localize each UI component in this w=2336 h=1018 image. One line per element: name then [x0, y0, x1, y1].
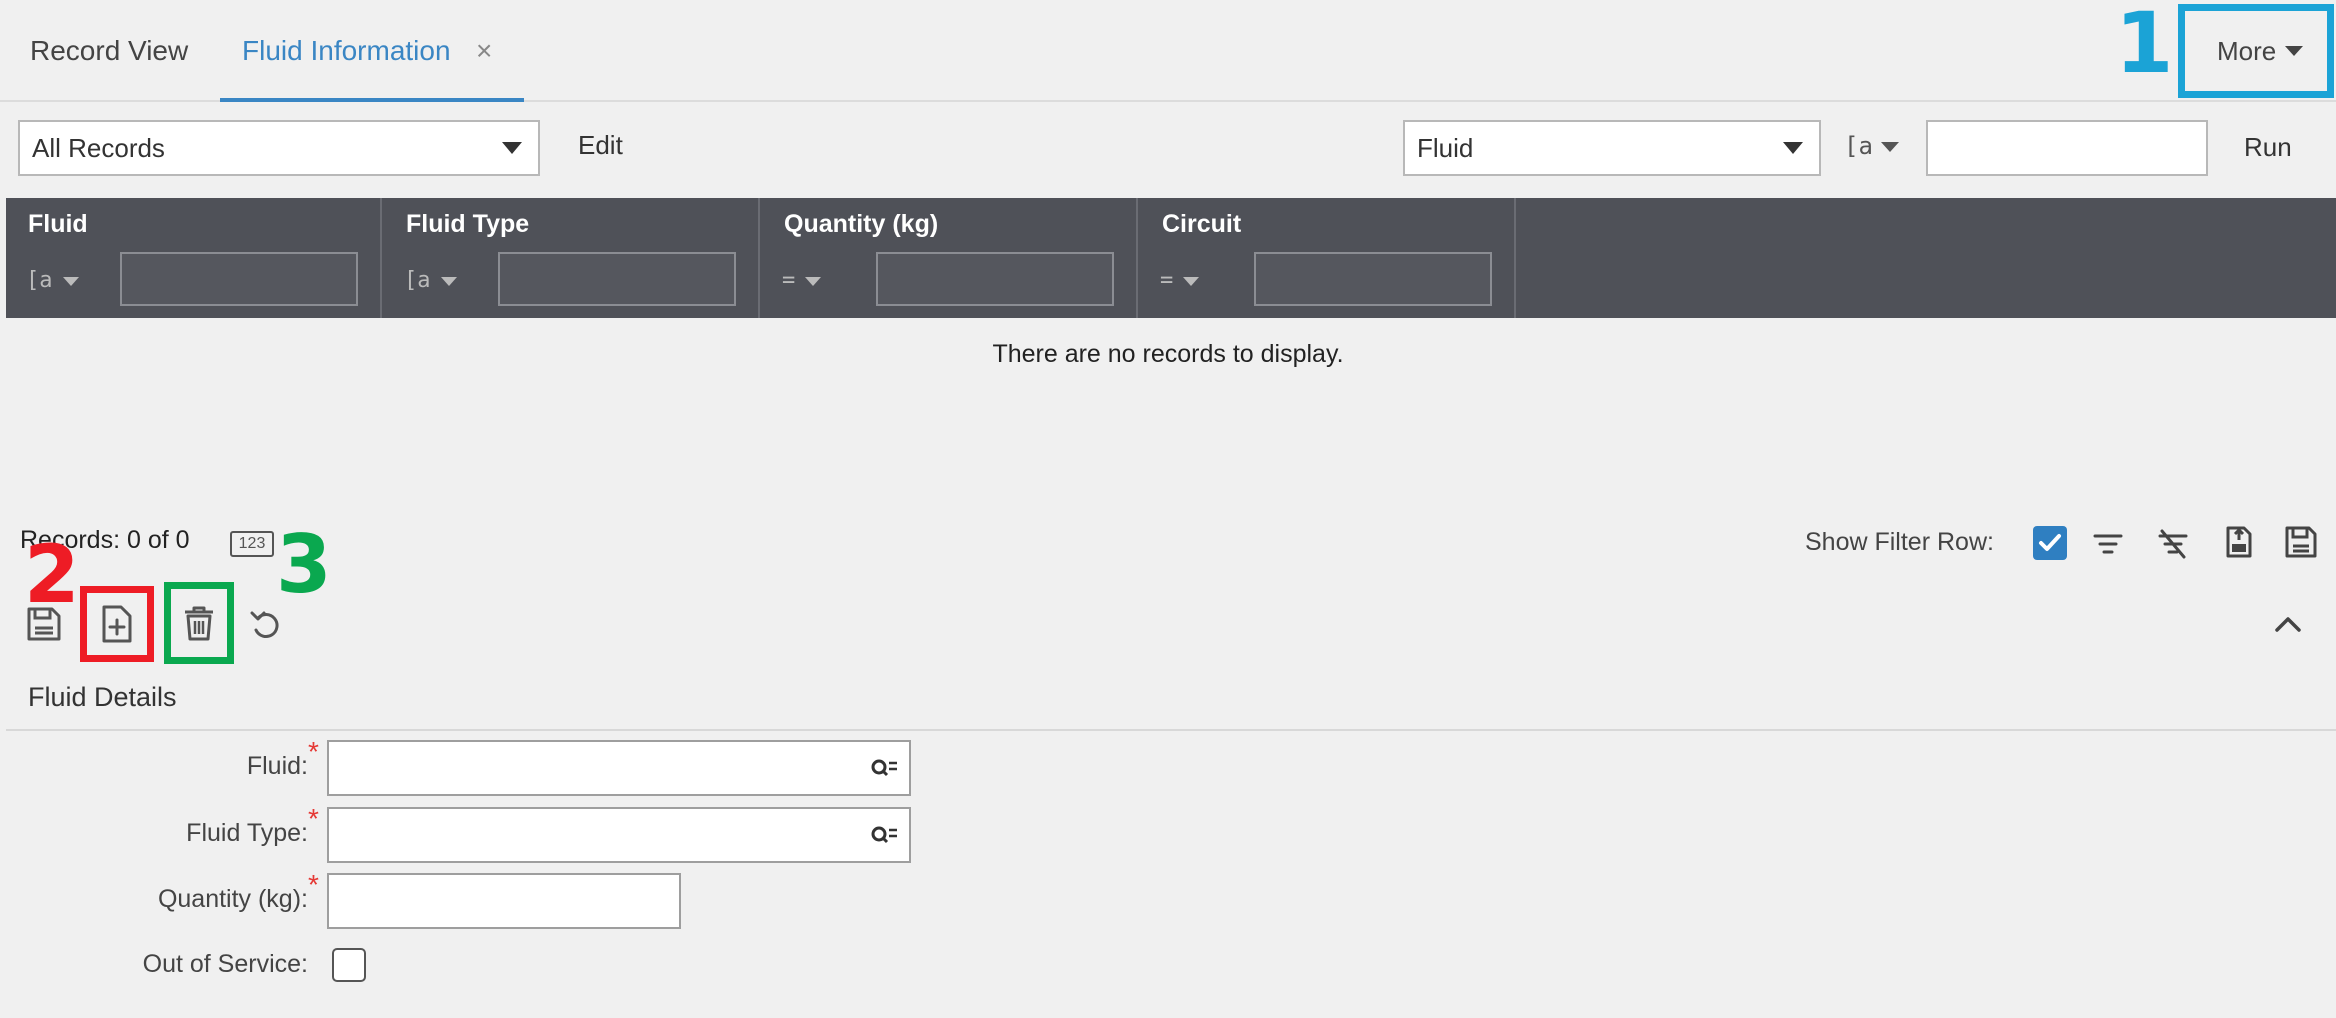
fluid-type-label: Fluid Type: — [186, 819, 308, 847]
lookup-search-icon[interactable] — [869, 823, 899, 849]
collapse-details-button[interactable] — [2268, 604, 2308, 644]
filter-operator-dropdown[interactable]: [a — [1844, 132, 1899, 160]
field-select-value: Fluid — [1417, 133, 1474, 163]
details-section-title: Fluid Details — [28, 682, 177, 712]
fluid-type-lookup-field[interactable] — [327, 807, 911, 863]
records-select-value: All Records — [32, 133, 165, 163]
grid-header: Fluid [a Fluid Type [a Quantity (kg) = C… — [6, 198, 2336, 318]
run-button[interactable]: Run — [2244, 132, 2292, 163]
filter-icon[interactable] — [2088, 524, 2128, 564]
tab-close-icon[interactable]: × — [476, 0, 492, 102]
search-field-select[interactable]: Fluid — [1403, 120, 1821, 176]
quantity-label: Quantity (kg): — [157, 885, 308, 913]
checkmark-icon — [2039, 534, 2061, 551]
new-record-icon — [102, 605, 132, 643]
fluid-label: Fluid: — [246, 752, 308, 780]
delete-record-button[interactable] — [164, 582, 234, 664]
chevron-up-icon — [2275, 617, 2301, 632]
chevron-down-icon — [1880, 142, 1899, 152]
fluid-lookup-field[interactable] — [327, 740, 911, 796]
search-input[interactable] — [1926, 120, 2208, 176]
record-counter-icon[interactable]: 123 — [230, 531, 274, 557]
more-button-label: More — [2217, 36, 2277, 66]
trash-icon — [185, 606, 213, 641]
chevron-down-icon — [62, 276, 79, 286]
text-contains-icon: [a — [26, 268, 53, 293]
column-filter-input[interactable] — [876, 252, 1114, 306]
dropdown-caret-icon — [502, 142, 522, 154]
show-filter-row-label: Show Filter Row: — [1805, 528, 1994, 556]
column-filter-input[interactable] — [1254, 252, 1492, 306]
new-record-button[interactable] — [80, 586, 154, 662]
annotation-number-2: 2 — [24, 528, 80, 621]
out-of-service-checkbox[interactable] — [332, 948, 366, 982]
tab-record-view[interactable]: Record View — [30, 0, 188, 102]
column-title: Fluid — [28, 210, 88, 238]
empty-grid-message: There are no records to display. — [992, 340, 1344, 368]
save-layout-icon[interactable] — [2281, 522, 2321, 562]
required-indicator: * — [308, 736, 319, 767]
required-indicator: * — [308, 869, 319, 900]
out-of-service-label: Out of Service: — [142, 950, 308, 978]
clear-filter-icon[interactable] — [2153, 524, 2193, 564]
column-fluid[interactable]: Fluid [a — [6, 198, 382, 318]
show-filter-row-checkbox[interactable] — [2033, 526, 2067, 560]
dropdown-caret-icon — [1783, 142, 1803, 154]
equals-icon: = — [1160, 268, 1174, 293]
chevron-down-icon — [2285, 46, 2303, 56]
chevron-down-icon — [805, 276, 822, 286]
edit-button[interactable]: Edit — [578, 130, 623, 161]
column-quantity[interactable]: Quantity (kg) = — [762, 198, 1138, 318]
quantity-input[interactable] — [327, 873, 681, 929]
divider — [6, 729, 2336, 731]
text-contains-icon: [a — [404, 268, 431, 293]
column-filter-input[interactable] — [120, 252, 358, 306]
more-menu-button[interactable]: More — [2178, 4, 2334, 98]
chevron-down-icon — [440, 276, 457, 286]
annotation-number-1: 1 — [2115, 0, 2174, 92]
column-filter-operator[interactable]: = — [782, 268, 822, 293]
column-circuit[interactable]: Circuit = — [1140, 198, 1516, 318]
text-contains-icon: [a — [1844, 132, 1873, 160]
annotation-number-3: 3 — [276, 518, 332, 611]
column-title: Circuit — [1162, 210, 1242, 238]
equals-icon: = — [782, 268, 796, 293]
export-icon[interactable] — [2219, 522, 2259, 562]
column-title: Fluid Type — [406, 210, 530, 238]
column-fluid-type[interactable]: Fluid Type [a — [384, 198, 760, 318]
column-filter-operator[interactable]: = — [1160, 268, 1200, 293]
column-filter-operator[interactable]: [a — [26, 268, 79, 293]
column-filter-input[interactable] — [498, 252, 736, 306]
required-indicator: * — [308, 803, 319, 834]
records-filter-select[interactable]: All Records — [18, 120, 540, 176]
lookup-search-icon[interactable] — [869, 756, 899, 782]
chevron-down-icon — [1183, 276, 1200, 286]
undo-button[interactable] — [246, 604, 286, 644]
column-title: Quantity (kg) — [784, 210, 939, 238]
column-filter-operator[interactable]: [a — [404, 268, 457, 293]
undo-icon — [250, 611, 279, 638]
